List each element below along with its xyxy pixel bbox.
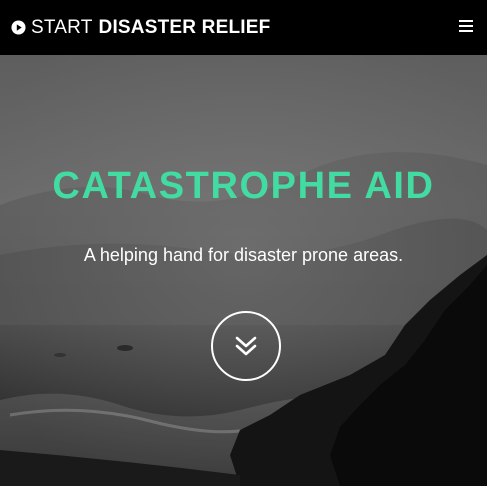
hamburger-menu-icon[interactable] [459,20,473,32]
double-chevron-down-icon [235,336,257,356]
hero-subtitle: A helping hand for disaster prone areas. [83,245,404,265]
brand-text-bold: DISASTER RELIEF [98,16,271,38]
play-circle-icon [11,20,26,35]
navbar: START DISASTER RELIEF [0,0,487,55]
scroll-down-button[interactable] [211,311,281,381]
brand-text-light: START [31,16,93,38]
hero-title: CATASTROPHE AID [52,165,435,207]
brand-link[interactable]: START DISASTER RELIEF [11,17,270,39]
hero-background-image [0,55,487,486]
hero-section: CATASTROPHE AID A helping hand for disas… [0,55,487,486]
